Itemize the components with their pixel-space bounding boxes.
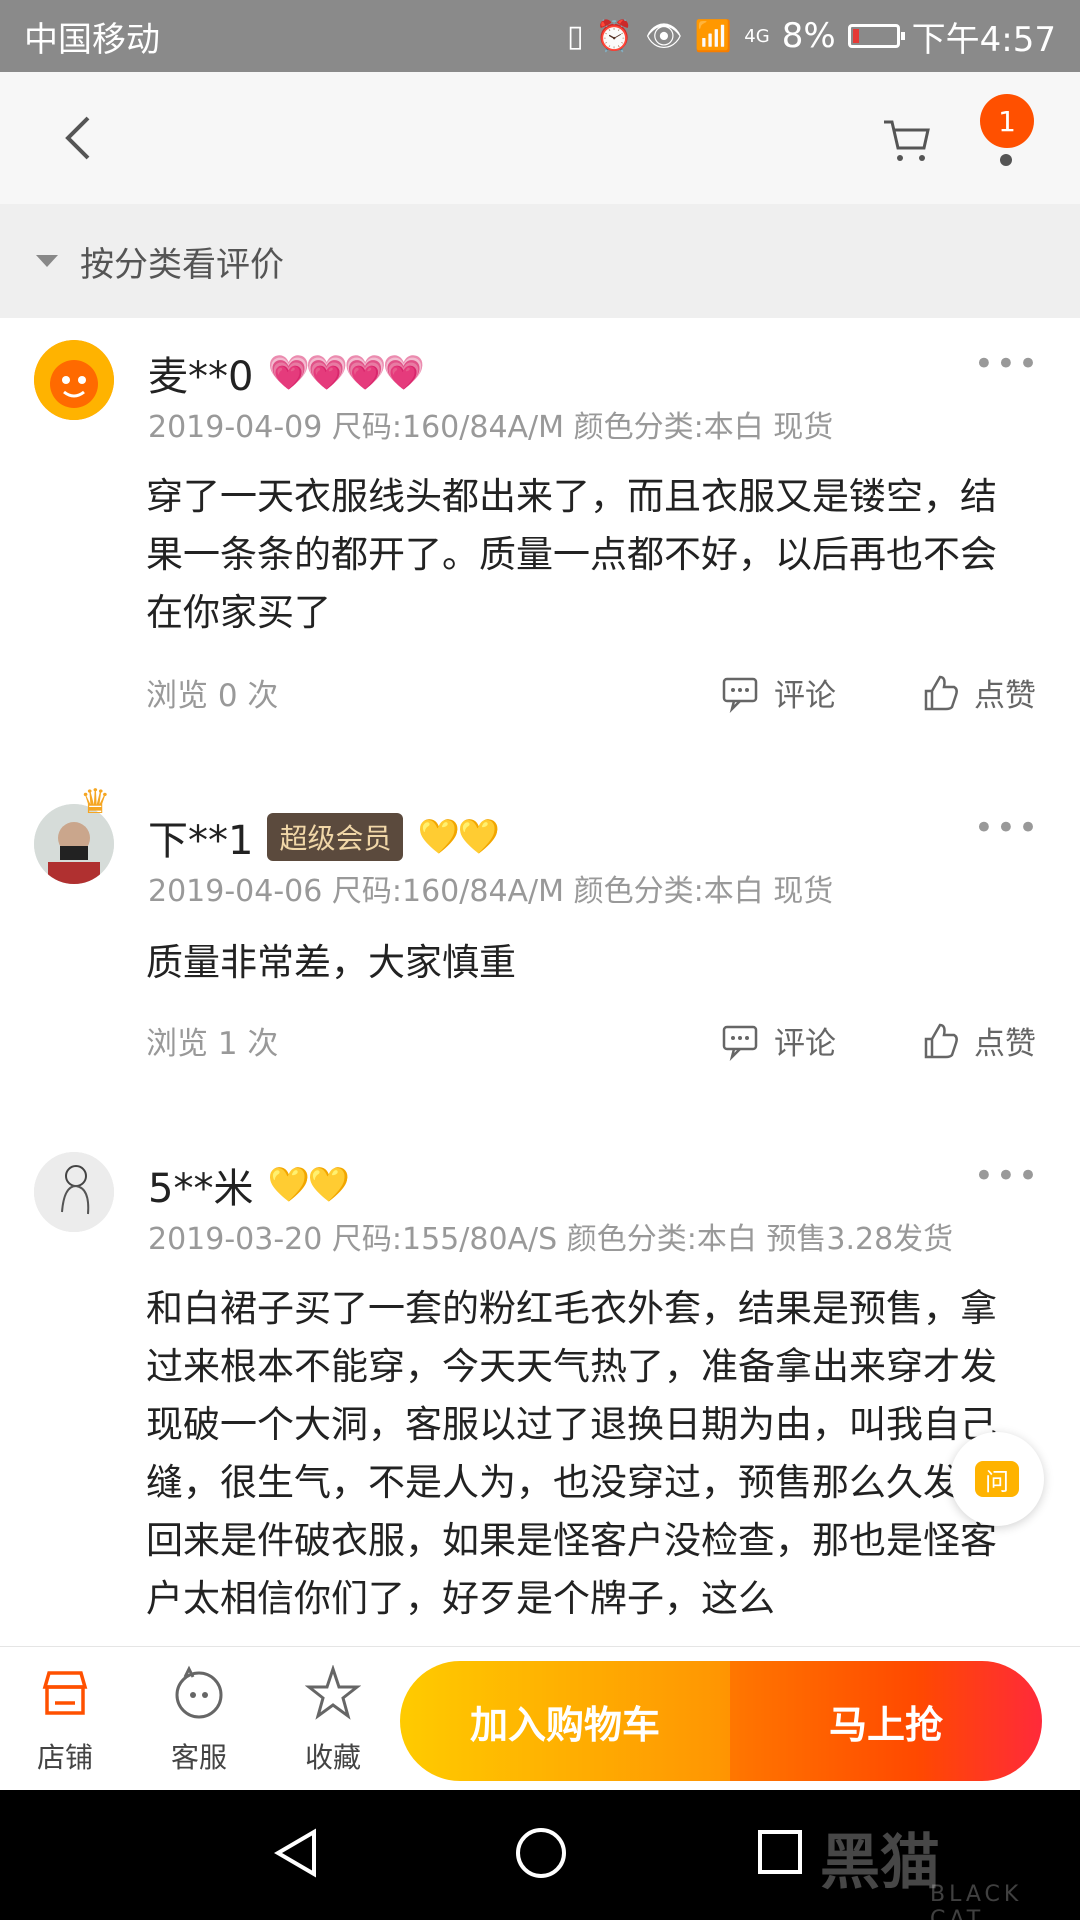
username: 5**米 [148, 1166, 254, 1212]
add-to-cart-button[interactable]: 加入购物车 [400, 1661, 730, 1781]
ask-icon: 问 [975, 1461, 1019, 1497]
review-item: 5**米 💛💛 ••• 2019-03-20 尺码:155/80A/S 颜色分类… [0, 1130, 1080, 1646]
clock: 下午4:57 [911, 19, 1056, 60]
purchase-buttons: 加入购物车 马上抢 [400, 1661, 1042, 1781]
bottom-action-bar: 店铺 客服 收藏 加入购物车 马上抢 [0, 1646, 1080, 1791]
top-nav: 1 [0, 72, 1080, 204]
tab-shop[interactable]: 店铺 [10, 1665, 120, 1776]
category-filter[interactable]: 按分类看评价 [0, 204, 1080, 318]
thumbs-up-icon [924, 1023, 958, 1058]
tab-favorite[interactable]: 收藏 [278, 1664, 388, 1776]
tab-service[interactable]: 客服 [144, 1665, 254, 1776]
review-meta: 2019-04-06 尺码:160/84A/M 颜色分类:本白 现货 [148, 874, 834, 909]
battery-icon [847, 24, 905, 48]
comment-label: 评论 [774, 1026, 836, 1062]
system-home-icon[interactable] [516, 1828, 566, 1878]
user-rank-diamonds: 💛💛 [417, 817, 500, 857]
triangle-down-icon [36, 255, 58, 267]
more-dot-icon[interactable] [1000, 154, 1012, 166]
review-text: 和白裙子买了一套的粉红毛衣外套，结果是预售，拿过来根本不能穿，今天天气热了，准备… [146, 1287, 997, 1620]
vibrate-icon: ▯ [566, 18, 584, 54]
cart-button[interactable] [880, 114, 932, 166]
review-text: 质量非常差，大家慎重 [146, 941, 516, 984]
username-row: 5**米 💛💛 [148, 1156, 350, 1214]
like-button[interactable]: 点赞 [920, 1018, 1036, 1063]
like-button[interactable]: 点赞 [920, 670, 1036, 715]
view-count: 浏览 0 次 [146, 678, 279, 714]
review-footer: 浏览 0 次 评论 点赞 [146, 670, 1046, 720]
user-rank-diamonds: 💛💛 [267, 1165, 350, 1205]
wifi-icon: 📶 [694, 18, 733, 54]
watermark-logo: 黑猫 [820, 1828, 940, 1898]
status-bar: 中国移动 ▯ ⏰ 👁 📶 4G 8% 下午4:57 [0, 0, 1080, 72]
back-button[interactable] [54, 110, 104, 166]
avatar[interactable] [34, 340, 114, 420]
star-icon [304, 1664, 362, 1720]
review-item: ♛ 下**1 超级会员 💛💛 ••• 2019-04-06 尺码:160/84A… [0, 782, 1080, 1102]
username-row: 下**1 超级会员 💛💛 [148, 808, 500, 866]
like-label: 点赞 [974, 1026, 1036, 1062]
more-options-icon[interactable]: ••• [974, 808, 1040, 848]
cart-icon [884, 120, 930, 161]
review-text: 穿了一天衣服线头都出来了，而且衣服又是镂空，结果一条条的都开了。质量一点都不好，… [146, 475, 997, 634]
comment-button[interactable]: 评论 [720, 670, 836, 715]
system-back-icon[interactable] [272, 1828, 322, 1878]
cart-count-badge[interactable]: 1 [980, 94, 1034, 148]
comment-label: 评论 [774, 678, 836, 714]
more-options-icon[interactable]: ••• [974, 1156, 1040, 1196]
crown-icon: ♛ [80, 782, 111, 822]
super-member-badge: 超级会员 [267, 813, 404, 861]
watermark-subtext: BLACK CAT [930, 1882, 1023, 1932]
system-nav-bar: 黑猫 BLACK CAT [0, 1790, 1080, 1932]
comment-icon [722, 677, 758, 713]
network-label: 4G [744, 25, 770, 47]
buy-now-button[interactable]: 马上抢 [730, 1661, 1042, 1781]
carrier-label: 中国移动 [24, 19, 160, 60]
avatar-sketch-icon [34, 1152, 114, 1232]
like-label: 点赞 [974, 678, 1036, 714]
avatar[interactable] [34, 1152, 114, 1232]
customer-service-icon [175, 1665, 223, 1719]
tab-shop-label: 店铺 [36, 1741, 93, 1774]
review-meta: 2019-04-09 尺码:160/84A/M 颜色分类:本白 现货 [148, 410, 834, 445]
eye-icon: 👁 [644, 18, 683, 54]
store-icon [42, 1671, 88, 1715]
review-meta: 2019-03-20 尺码:155/80A/S 颜色分类:本白 预售3.28发货 [148, 1222, 954, 1257]
username: 下**1 [148, 818, 254, 864]
status-icons: ▯ ⏰ 👁 📶 4G 8% 下午4:57 [567, 12, 1056, 61]
tab-service-label: 客服 [170, 1741, 227, 1774]
username-row: 麦**0 💗💗💗💗 [148, 344, 425, 402]
system-recents-icon[interactable] [758, 1830, 802, 1874]
alarm-icon: ⏰ [595, 18, 633, 54]
view-count: 浏览 1 次 [146, 1026, 279, 1062]
tab-favorite-label: 收藏 [304, 1741, 361, 1774]
back-arrow-icon [65, 116, 90, 160]
more-options-icon[interactable]: ••• [974, 344, 1040, 384]
thumbs-up-icon [924, 675, 958, 710]
comment-button[interactable]: 评论 [720, 1018, 836, 1063]
username: 麦**0 [148, 354, 254, 400]
avatar-mascot-icon [34, 340, 114, 420]
review-item: 麦**0 💗💗💗💗 ••• 2019-04-09 尺码:160/84A/M 颜色… [0, 318, 1080, 738]
filter-label: 按分类看评价 [80, 244, 284, 285]
battery-percent: 8% [781, 16, 836, 56]
comment-icon [722, 1025, 758, 1061]
review-footer: 浏览 1 次 评论 点赞 [146, 1018, 1046, 1068]
ask-question-button[interactable]: 问 [950, 1432, 1044, 1526]
user-rank-hearts: 💗💗💗💗 [267, 353, 424, 393]
